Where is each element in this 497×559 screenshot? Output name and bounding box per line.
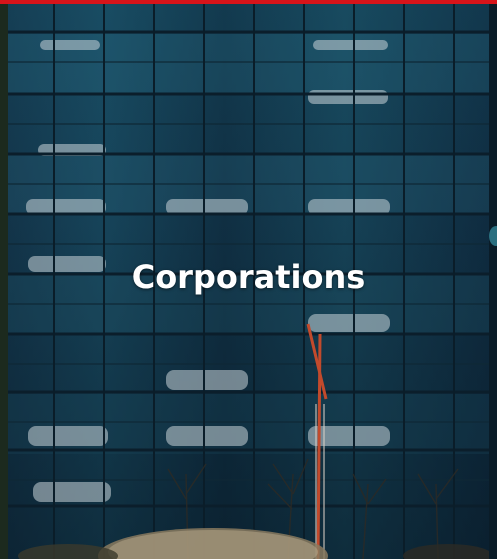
category-card[interactable]: Corporations <box>0 0 497 559</box>
right-edge <box>489 4 497 559</box>
card-title: Corporations <box>131 258 366 296</box>
top-accent-bar <box>0 0 497 4</box>
left-edge <box>0 4 8 559</box>
carousel-next-indicator[interactable] <box>489 226 497 246</box>
